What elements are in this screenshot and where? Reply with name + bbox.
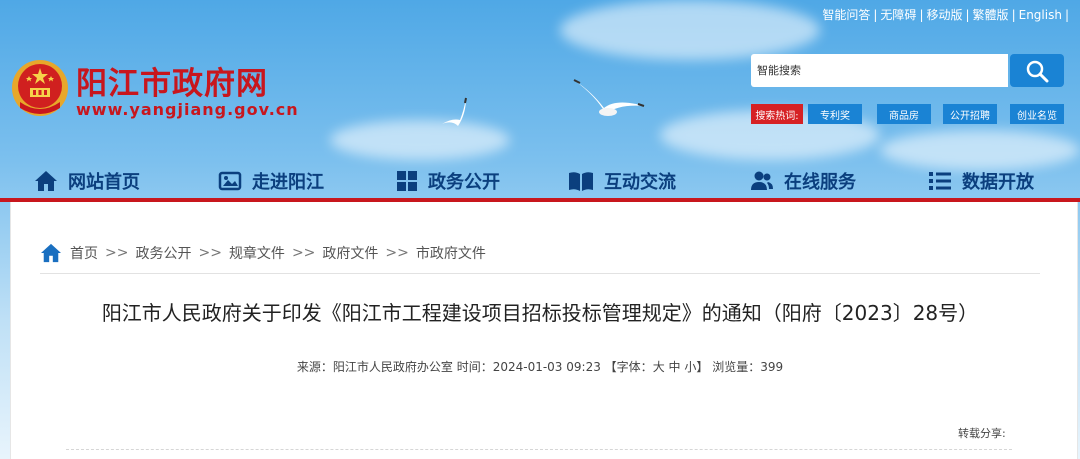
top-link-traditional[interactable]: 繁體版 xyxy=(973,8,1009,22)
top-link-accessibility[interactable]: 无障碍 xyxy=(880,8,916,22)
hot-words-label: 搜索热词: xyxy=(751,104,803,124)
nav-item-about[interactable]: 走进阳江 xyxy=(218,168,324,194)
meta-source: 阳江市人民政府办公室 xyxy=(332,360,453,374)
meta-time-label: 时间： xyxy=(456,360,493,374)
search-input[interactable] xyxy=(751,54,1003,87)
separator: | xyxy=(919,8,924,22)
top-link-mobile[interactable]: 移动版 xyxy=(926,8,962,22)
font-size-medium[interactable]: 中 xyxy=(669,360,681,374)
cloud-decoration xyxy=(330,120,510,160)
list-icon xyxy=(929,172,951,190)
nav-item-label: 数据开放 xyxy=(962,172,1034,193)
meta-views: 399 xyxy=(760,360,784,374)
top-links: 智能问答 | 无障碍 | 移动版 | 繁體版 | English | xyxy=(822,6,1072,23)
nav-item-label: 政务公开 xyxy=(428,172,500,193)
home-icon xyxy=(35,171,57,191)
photo-icon xyxy=(218,171,242,191)
breadcrumb: 首页 >> 政务公开 >> 规章文件 >> 政府文件 >> 市政府文件 xyxy=(40,243,486,263)
book-icon xyxy=(569,172,593,191)
top-link-qa[interactable]: 智能问答 xyxy=(822,8,870,22)
breadcrumb-separator: >> xyxy=(105,245,129,261)
hot-word-item[interactable]: 创业名览 xyxy=(1010,104,1064,124)
nav-item-label: 在线服务 xyxy=(784,172,856,193)
font-size-small[interactable]: 小 xyxy=(684,360,696,374)
search-icon xyxy=(1026,60,1049,82)
breadcrumb-divider xyxy=(40,273,1040,274)
meta-font-label: 【字体： xyxy=(604,360,653,374)
article-meta: 来源：阳江市人民政府办公室 时间：2024-01-03 09:23 【字体：大 … xyxy=(0,358,1080,375)
meta-font-end: 】 xyxy=(696,360,709,374)
top-link-english[interactable]: English xyxy=(1019,8,1062,22)
cloud-decoration xyxy=(560,0,820,60)
separator: | xyxy=(965,8,970,22)
breadcrumb-separator: >> xyxy=(385,245,409,261)
national-emblem-icon[interactable] xyxy=(10,58,70,118)
nav-item-home[interactable]: 网站首页 xyxy=(34,168,140,194)
meta-source-label: 来源： xyxy=(296,360,333,374)
search-box xyxy=(751,54,1008,87)
main-nav: 网站首页 走进阳江 政务公开 互动交流 在线服务 数据开放 xyxy=(0,160,1080,202)
hot-word-item[interactable]: 专利奖 xyxy=(808,104,862,124)
breadcrumb-item[interactable]: 规章文件 xyxy=(229,243,285,263)
nav-item-label: 互动交流 xyxy=(604,172,676,193)
breadcrumb-item[interactable]: 政府文件 xyxy=(322,243,378,263)
nav-item-gov-affairs[interactable]: 政务公开 xyxy=(396,168,500,194)
nav-item-label: 网站首页 xyxy=(68,172,140,193)
breadcrumb-item[interactable]: 政务公开 xyxy=(135,243,191,263)
breadcrumb-item[interactable]: 首页 xyxy=(70,243,98,263)
nav-item-open-data[interactable]: 数据开放 xyxy=(928,168,1034,194)
seagull-decoration xyxy=(442,97,467,126)
font-size-large[interactable]: 大 xyxy=(653,360,665,374)
separator: | xyxy=(1064,8,1069,22)
hot-word-item[interactable]: 公开招聘 xyxy=(943,104,997,124)
meta-views-label: 浏览量： xyxy=(712,360,761,374)
nav-item-online-service[interactable]: 在线服务 xyxy=(750,168,856,194)
breadcrumb-item[interactable]: 市政府文件 xyxy=(416,243,486,263)
share-label: 转载分享: xyxy=(958,427,1006,440)
content-panel xyxy=(10,202,1078,459)
meta-time: 2024-01-03 09:23 xyxy=(492,360,601,374)
users-icon xyxy=(751,171,773,190)
article-title: 阳江市人民政府关于印发《阳江市工程建设项目招标投标管理规定》的通知（阳府〔202… xyxy=(101,301,979,325)
hot-word-item[interactable]: 商品房 xyxy=(877,104,931,124)
grid-icon xyxy=(397,171,417,191)
content-divider xyxy=(66,449,1012,450)
breadcrumb-separator: >> xyxy=(198,245,222,261)
seagull-decoration xyxy=(573,79,645,116)
home-icon[interactable] xyxy=(40,243,62,263)
nav-item-label: 走进阳江 xyxy=(252,172,324,193)
breadcrumb-separator: >> xyxy=(291,245,316,261)
nav-item-interaction[interactable]: 互动交流 xyxy=(568,168,676,194)
separator: | xyxy=(1011,8,1016,22)
search-button[interactable] xyxy=(1010,54,1064,87)
site-url: www.yangjiang.gov.cn xyxy=(76,100,299,119)
site-title[interactable]: 阳江市政府网 xyxy=(76,58,268,103)
separator: | xyxy=(873,8,878,22)
